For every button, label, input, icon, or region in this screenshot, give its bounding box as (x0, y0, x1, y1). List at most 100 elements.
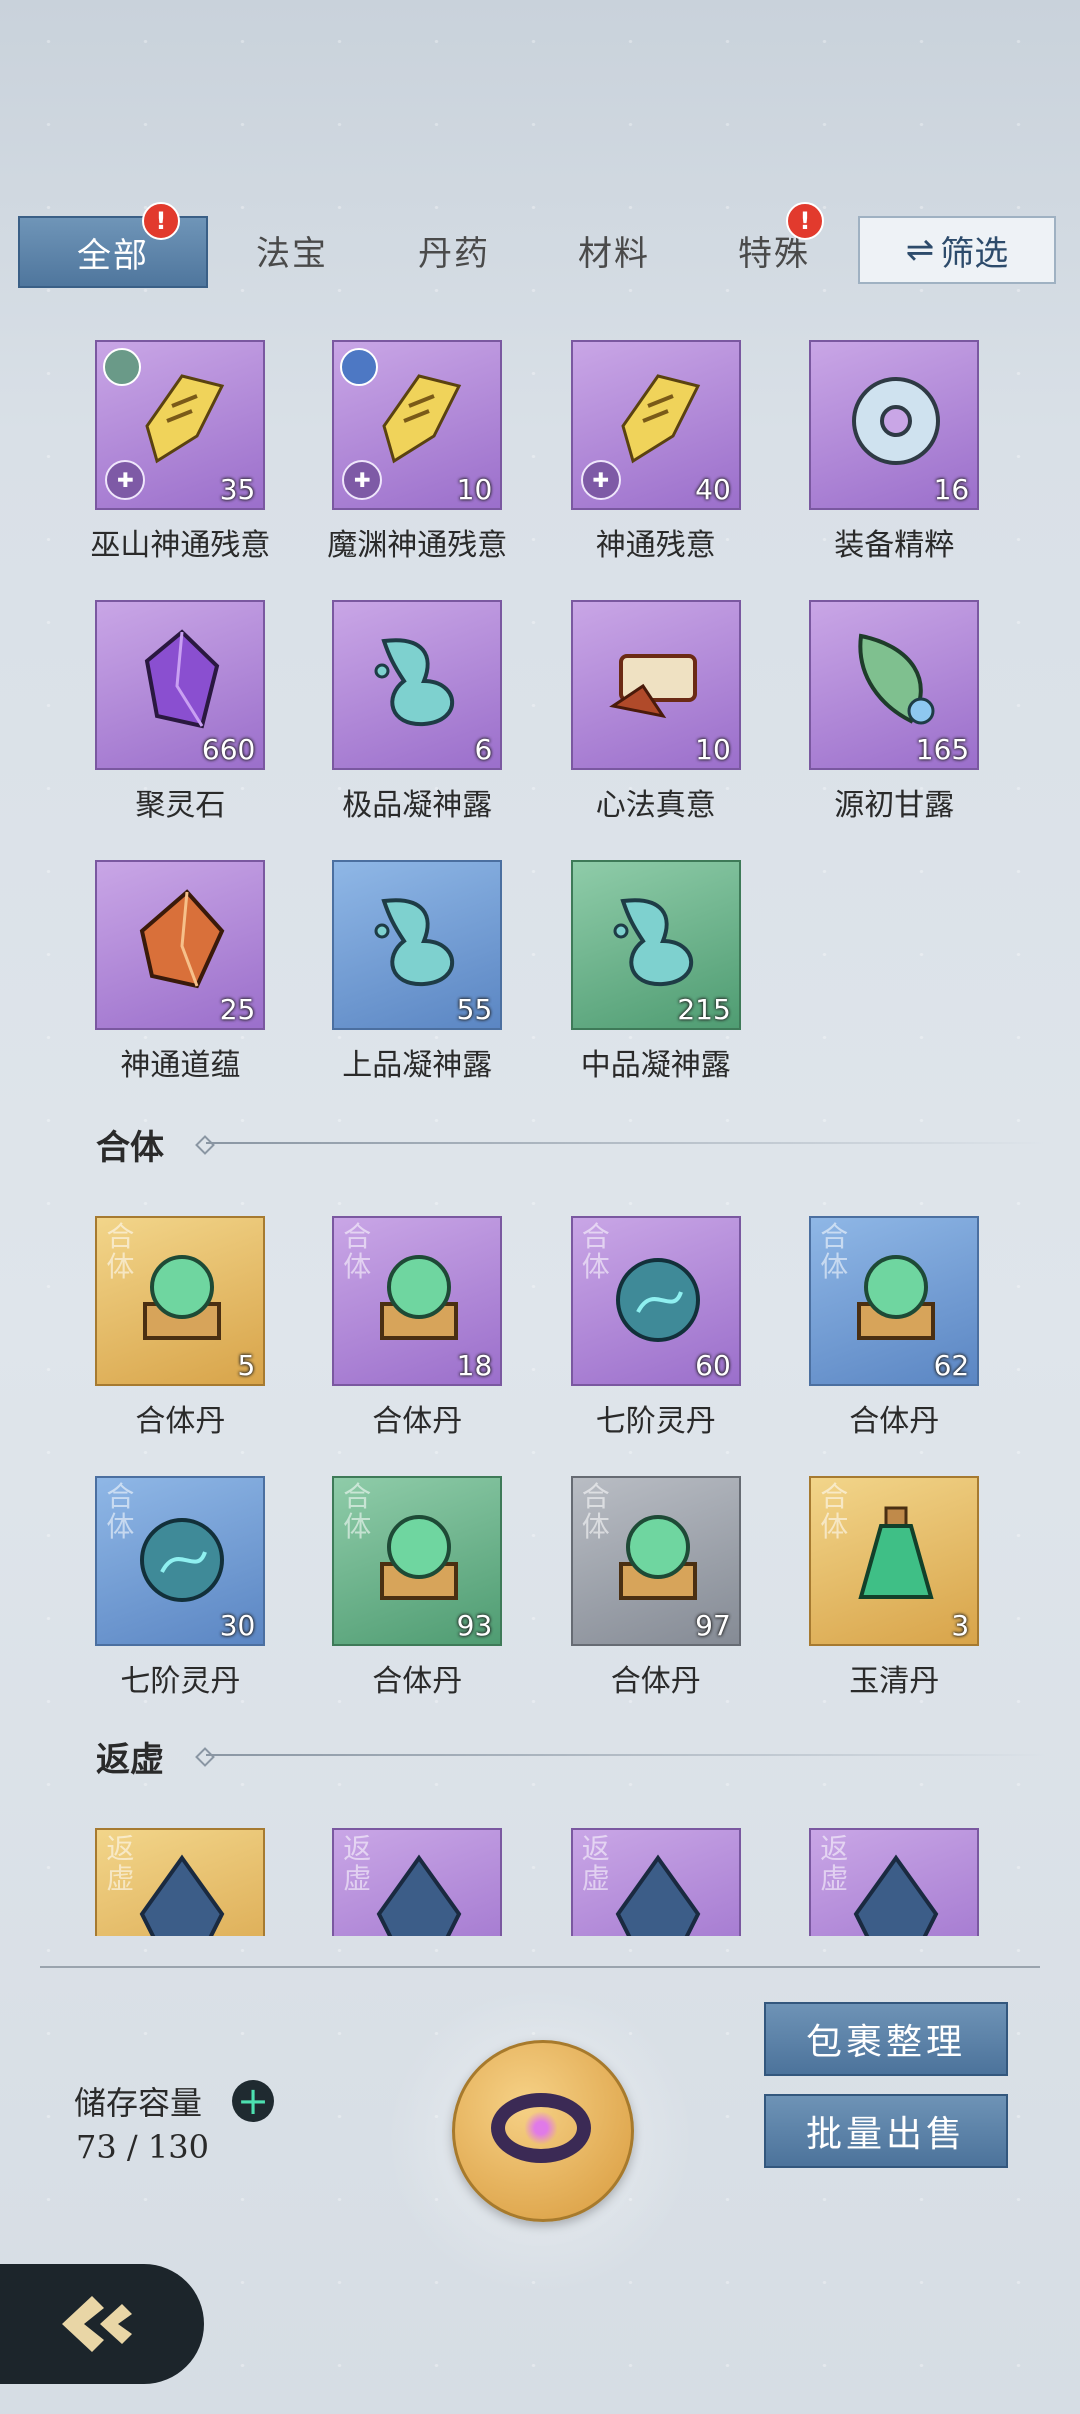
tab-treasure[interactable]: 法宝 (214, 216, 370, 284)
treasure-bag-button[interactable] (452, 2040, 634, 2222)
crystal-shard-icon (140, 1854, 225, 1936)
inventory-item[interactable]: 返虚 (775, 1828, 1013, 1936)
item-slot[interactable]: 合体 3 (809, 1476, 980, 1646)
dew-drop-icon (613, 898, 693, 987)
inventory-item[interactable]: 合体 5 合体丹 (61, 1216, 299, 1440)
tab-all[interactable]: 全部 (18, 216, 208, 288)
item-tier-tag: 合体 (820, 1220, 849, 1283)
item-slot[interactable]: 合体 30 (95, 1476, 266, 1646)
inventory-item[interactable]: 返虚 (537, 1828, 775, 1936)
item-slot[interactable]: 合体 5 (95, 1216, 266, 1386)
item-slot[interactable]: 10 ✚ (332, 340, 503, 510)
inventory-item[interactable]: 6 极品凝神露 (298, 600, 536, 824)
golden-fragment-icon (145, 374, 225, 464)
item-slot[interactable]: 合体 93 (332, 1476, 503, 1646)
item-slot[interactable]: 660 (95, 600, 266, 770)
item-slot[interactable]: 165 (809, 600, 980, 770)
organize-bag-button[interactable]: 包裹整理 (764, 2002, 1008, 2076)
scroll-relic-icon (608, 654, 697, 719)
item-slot[interactable]: 返虚 (95, 1828, 266, 1936)
inventory-item[interactable]: 35 ✚ 巫山神通残意 (61, 340, 299, 564)
golden-fragment-icon (621, 374, 700, 464)
inventory-item[interactable]: 10 ✚ 魔渊神通残意 (298, 340, 536, 564)
item-slot[interactable]: 215 (570, 860, 741, 1030)
tab-special[interactable]: 特殊 (696, 216, 852, 284)
inventory-item[interactable]: 合体 3 玉清丹 (775, 1476, 1013, 1700)
filter-button[interactable]: ⇌ 筛选 (858, 216, 1056, 284)
item-slot[interactable]: 返虚 (570, 1828, 741, 1936)
inventory-item[interactable]: 16 装备精粹 (775, 340, 1013, 564)
inventory-item[interactable]: 合体 60 七阶灵丹 (537, 1216, 775, 1440)
inventory-item[interactable]: 合体 62 合体丹 (775, 1216, 1013, 1440)
item-slot[interactable]: 返虚 (809, 1828, 980, 1936)
item-name: 上品凝神露 (342, 1048, 493, 1083)
purple-crystal-icon (145, 629, 220, 729)
inventory-item[interactable]: 合体 93 合体丹 (298, 1476, 536, 1700)
dew-drop-icon (374, 898, 455, 987)
item-slot[interactable]: 返虚 (332, 1828, 503, 1936)
inventory-item[interactable]: 215 中品凝神露 (537, 860, 775, 1084)
footer-divider (40, 1966, 1040, 1968)
item-count: 6 (474, 733, 493, 766)
item-tier-tag: 返虚 (106, 1832, 135, 1895)
item-count: 10 (695, 733, 731, 766)
item-count: 25 (219, 993, 256, 1026)
item-slot[interactable]: 合体 62 (809, 1216, 980, 1386)
section-divider-ornament (195, 1747, 215, 1767)
item-name: 七阶灵丹 (595, 1404, 716, 1439)
amber-crystal-icon (140, 889, 225, 989)
item-count: 93 (456, 1609, 493, 1642)
inventory-item[interactable]: 55 上品凝神露 (298, 860, 536, 1084)
item-count: 660 (201, 733, 256, 766)
category-tab-bar: 全部 ! 法宝 丹药 材料 特殊 ! ⇌ 筛选 (18, 202, 1056, 288)
item-slot[interactable]: 55 (332, 860, 503, 1030)
item-tier-tag: 合体 (106, 1480, 135, 1543)
item-count: 3 (951, 1609, 970, 1642)
inventory-item[interactable]: 25 神通道蕴 (61, 860, 299, 1084)
item-slot[interactable]: 35 ✚ (95, 340, 266, 510)
item-slot[interactable]: 合体 97 (570, 1476, 741, 1646)
inventory-scroll-area[interactable]: 35 ✚ 巫山神通残意 10 ✚ 魔渊神通残意 40 ✚ 神通残意 16 装备精粹 660 聚灵石 6 极品… (0, 320, 1080, 1936)
section-title-fanxu: 返虚 (96, 1740, 164, 1780)
leaf-dew-icon (858, 633, 935, 725)
tab-material[interactable]: 材料 (536, 216, 692, 284)
item-slot[interactable]: 40 ✚ (570, 340, 741, 510)
tab-pill[interactable]: 丹药 (376, 216, 532, 284)
item-count: 30 (219, 1609, 256, 1642)
item-count: 97 (695, 1609, 731, 1642)
item-name: 合体丹 (849, 1404, 940, 1439)
inventory-item[interactable]: 合体 30 七阶灵丹 (61, 1476, 299, 1700)
inventory-item[interactable]: 合体 18 合体丹 (298, 1216, 536, 1440)
green-orb-icon (618, 1515, 697, 1600)
section-title-heti: 合体 (96, 1128, 164, 1168)
inventory-item[interactable]: 165 源初甘露 (775, 600, 1013, 824)
item-slot[interactable]: 10 (570, 600, 741, 770)
item-name: 魔渊神通残意 (327, 528, 508, 563)
item-slot[interactable]: 16 (809, 340, 980, 510)
blue-orb-icon (615, 1258, 700, 1342)
item-name: 玉清丹 (849, 1664, 940, 1699)
item-slot[interactable]: 25 (95, 860, 266, 1030)
item-count: 215 (677, 993, 731, 1026)
green-orb-icon (143, 1255, 222, 1340)
back-button[interactable] (0, 2264, 204, 2384)
inventory-item[interactable]: 返虚 (298, 1828, 536, 1936)
inventory-item[interactable]: 40 ✚ 神通残意 (537, 340, 775, 564)
inventory-item[interactable]: 660 聚灵石 (61, 600, 299, 824)
crystal-shard-icon (853, 1854, 939, 1936)
bulk-sell-button[interactable]: 批量出售 (764, 2094, 1008, 2168)
expand-storage-plus-icon[interactable]: + (232, 2079, 274, 2123)
item-tier-tag: 合体 (106, 1220, 135, 1283)
inventory-item[interactable]: 合体 97 合体丹 (537, 1476, 775, 1700)
inventory-item[interactable]: 10 心法真意 (537, 600, 775, 824)
green-orb-icon (857, 1255, 936, 1340)
item-name: 聚灵石 (135, 788, 226, 823)
item-slot[interactable]: 合体 60 (570, 1216, 741, 1386)
section-divider-line (206, 1142, 1046, 1144)
item-slot[interactable]: 6 (332, 600, 503, 770)
item-count: 62 (933, 1349, 970, 1382)
inventory-item[interactable]: 返虚 (61, 1828, 299, 1936)
item-count: 40 (695, 473, 731, 506)
item-name: 七阶灵丹 (120, 1664, 241, 1699)
item-slot[interactable]: 合体 18 (332, 1216, 503, 1386)
